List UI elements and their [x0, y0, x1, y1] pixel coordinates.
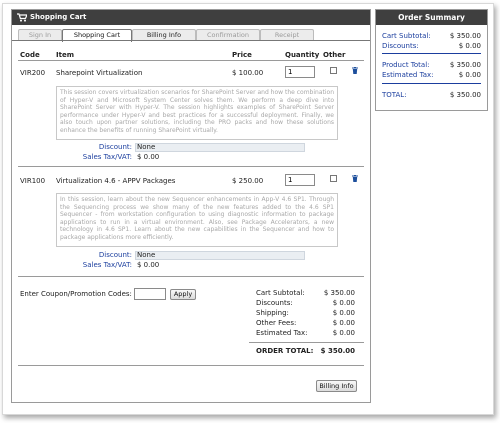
item-description: In this session, learn about the new Seq…: [56, 193, 338, 247]
totals-value: $ 350.00: [323, 289, 355, 297]
summary-value: $ 350.00: [449, 32, 481, 40]
discount-field: [135, 143, 305, 152]
totals-label: Other Fees:: [256, 319, 297, 327]
summary-total-value: $ 350.00: [449, 91, 481, 99]
tax-value: $ 0.00: [137, 261, 160, 269]
coupon-input[interactable]: [134, 288, 166, 300]
item-divider: [18, 166, 364, 167]
order-total-label: ORDER TOTAL:: [256, 347, 314, 355]
item-name: Sharepoint Virtualization: [56, 69, 143, 77]
order-summary-title: Order Summary: [376, 10, 487, 25]
totals-value: $ 0.00: [332, 309, 355, 317]
summary-label: Cart Subtotal:: [382, 32, 431, 40]
panel-title: Shopping Cart: [30, 13, 87, 21]
summary-label: Estimated Tax:: [382, 71, 434, 79]
header-divider: [18, 60, 364, 61]
item-code: VIR100: [20, 177, 46, 185]
column-price: Price: [232, 51, 252, 59]
totals-value: $ 0.00: [332, 299, 355, 307]
summary-value: $ 0.00: [458, 71, 481, 79]
item-code: VIR200: [20, 69, 46, 77]
discount-field: [135, 251, 305, 260]
order-total-value: $ 350.00: [320, 347, 355, 355]
column-item: Item: [56, 51, 74, 59]
totals-label: Shipping:: [256, 309, 289, 317]
trash-icon[interactable]: [352, 67, 358, 74]
quantity-input[interactable]: [285, 174, 315, 186]
totals-value: $ 0.00: [332, 319, 355, 327]
summary-total-label: TOTAL:: [382, 91, 407, 99]
summary-value: $ 0.00: [458, 42, 481, 50]
order-summary-panel: Order Summary Cart Subtotal: $ 350.00 Di…: [375, 9, 488, 111]
apply-button[interactable]: Apply: [170, 289, 196, 300]
panel-header: Shopping Cart: [12, 10, 370, 25]
item-description: This session covers virtualization scena…: [56, 86, 338, 140]
cart-icon: [17, 13, 28, 22]
item-price: $ 100.00: [232, 69, 264, 77]
column-other: Other: [323, 51, 346, 59]
item-name: Virtualization 4.6 - APPV Packages: [56, 177, 176, 185]
summary-divider: [382, 83, 481, 84]
totals-label: Discounts:: [256, 299, 293, 307]
item-price: $ 250.00: [232, 177, 264, 185]
quantity-input[interactable]: [285, 66, 315, 78]
footer-divider: [18, 365, 364, 366]
discount-label: Discount:: [98, 251, 132, 259]
totals-value: $ 0.00: [332, 329, 355, 337]
tax-label: Sales Tax/VAT:: [82, 261, 132, 269]
summary-divider: [382, 53, 481, 54]
column-quantity: Quantity: [285, 51, 320, 59]
column-code: Code: [20, 51, 40, 59]
discount-value: None: [137, 143, 156, 151]
trash-icon[interactable]: [352, 175, 358, 182]
tax-value: $ 0.00: [137, 153, 160, 161]
tab-divider: [12, 40, 370, 41]
discount-label: Discount:: [98, 143, 132, 151]
shopping-cart-panel: Shopping Cart Sign In Shopping Cart Bill…: [11, 9, 371, 403]
totals-label: Cart Subtotal:: [256, 289, 305, 297]
totals-label: Estimated Tax:: [256, 329, 308, 337]
billing-info-button[interactable]: Billing Info: [316, 380, 357, 392]
summary-label: Product Total:: [382, 61, 430, 69]
other-checkbox[interactable]: [330, 175, 337, 182]
discount-value: None: [137, 251, 156, 259]
summary-value: $ 350.00: [449, 61, 481, 69]
item-divider: [18, 276, 364, 277]
totals-divider: [249, 342, 364, 343]
tax-label: Sales Tax/VAT:: [82, 153, 132, 161]
other-checkbox[interactable]: [330, 67, 337, 74]
coupon-label: Enter Coupon/Promotion Codes:: [20, 290, 132, 298]
summary-label: Discounts:: [382, 42, 419, 50]
